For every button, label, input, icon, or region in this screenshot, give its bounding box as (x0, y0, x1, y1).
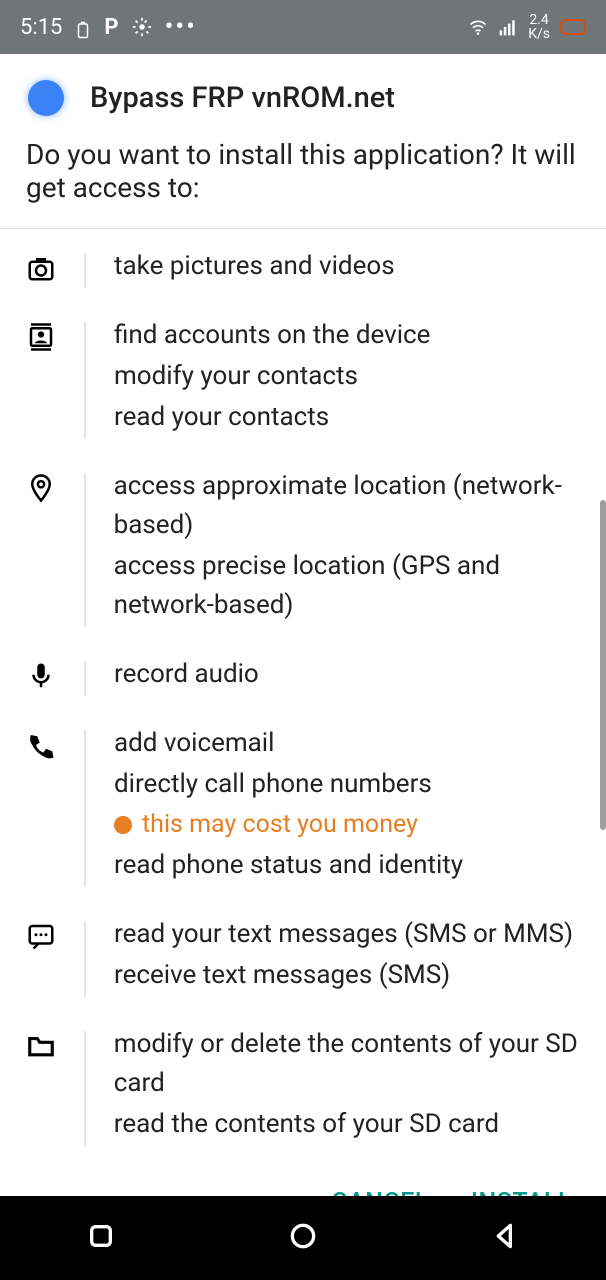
perm-sms: read your text messages (SMS or MMS) rec… (26, 897, 580, 1007)
app-title: Bypass FRP vnROM.net (90, 81, 395, 115)
perm-item: find accounts on the device (114, 316, 430, 355)
perm-item: record audio (114, 655, 259, 694)
perm-camera: take pictures and videos (26, 229, 580, 298)
contacts-icon (26, 322, 56, 352)
phone-icon (26, 730, 56, 760)
perm-item: read the contents of your SD card (114, 1105, 580, 1144)
perm-item: take pictures and videos (114, 247, 395, 286)
perm-item: modify or delete the contents of your SD… (114, 1025, 580, 1103)
gear-icon (131, 16, 153, 38)
permissions-list[interactable]: take pictures and videos find accounts o… (0, 229, 606, 1166)
perm-item: access approximate location (network-bas… (114, 467, 580, 545)
signal-icon (498, 17, 518, 37)
warning-icon (114, 816, 132, 834)
scrollbar[interactable] (600, 500, 606, 830)
microphone-icon (26, 661, 56, 691)
letter-p-icon: P (104, 15, 118, 40)
battery-icon (560, 19, 586, 35)
app-icon (28, 80, 64, 116)
perm-cost-warning: this may cost you money (114, 806, 463, 844)
folder-icon (26, 1031, 56, 1061)
perm-item: add voicemail (114, 724, 463, 763)
perm-location: access approximate location (network-bas… (26, 449, 580, 637)
perm-phone: add voicemail directly call phone number… (26, 706, 580, 897)
perm-storage: modify or delete the contents of your SD… (26, 1007, 580, 1156)
status-time: 5:15 (20, 15, 62, 40)
install-header: Bypass FRP vnROM.net (0, 54, 606, 132)
battery-saver-icon (74, 19, 92, 41)
network-speed: 2.4K/s (528, 13, 550, 41)
perm-item: read your text messages (SMS or MMS) (114, 915, 573, 954)
more-icon: ••• (165, 12, 197, 42)
navigation-bar (0, 1196, 606, 1280)
perm-item: directly call phone numbers (114, 765, 463, 804)
perm-item: receive text messages (SMS) (114, 956, 573, 995)
back-button[interactable] (489, 1220, 521, 1256)
sms-icon (26, 921, 56, 951)
status-bar: 5:15 P ••• 2.4K/s (0, 0, 606, 54)
perm-item: read your contacts (114, 398, 430, 437)
perm-item: read phone status and identity (114, 846, 463, 885)
wifi-icon (468, 17, 488, 37)
perm-item: access precise location (GPS and network… (114, 547, 580, 625)
location-icon (26, 473, 56, 503)
camera-icon (26, 253, 56, 283)
home-button[interactable] (287, 1220, 319, 1256)
perm-item: modify your contacts (114, 357, 430, 396)
install-prompt: Do you want to install this application?… (0, 132, 606, 229)
perm-microphone: record audio (26, 637, 580, 706)
perm-contacts: find accounts on the device modify your … (26, 298, 580, 449)
recent-apps-button[interactable] (85, 1220, 117, 1256)
